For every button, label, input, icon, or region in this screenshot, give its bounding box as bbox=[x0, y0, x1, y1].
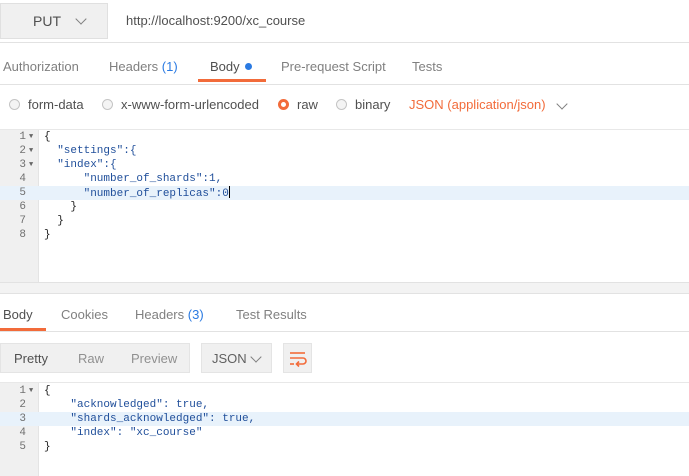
active-tab-underline bbox=[0, 328, 46, 331]
line-number: 5 bbox=[19, 441, 26, 453]
content-type-label: JSON (application/json) bbox=[409, 97, 546, 112]
code-line: 3 ▼ "index":{ bbox=[0, 158, 689, 172]
format-select[interactable]: JSON bbox=[201, 343, 272, 373]
fold-arrow-icon[interactable]: ▼ bbox=[29, 144, 33, 158]
code-text: "index": "xc_course" bbox=[44, 427, 203, 439]
line-number: 3 bbox=[19, 159, 26, 171]
code-line: 5 } bbox=[0, 440, 689, 454]
tab-tests[interactable]: Tests bbox=[412, 59, 442, 74]
chevron-down-icon bbox=[75, 13, 87, 25]
line-number: 2 bbox=[19, 145, 26, 157]
mode-label: form-data bbox=[28, 97, 84, 112]
request-body-editor[interactable]: 1 ▼ { 2 ▼ "settings":{ 3 ▼ "index":{ 4 "num… bbox=[0, 130, 689, 282]
radio-icon bbox=[336, 99, 347, 110]
line-number: 4 bbox=[19, 173, 26, 185]
code-line: 2 ▼ "settings":{ bbox=[0, 144, 689, 158]
tab-headers-label: Headers bbox=[109, 59, 159, 74]
mode-binary[interactable]: binary bbox=[336, 97, 390, 112]
tab-authorization[interactable]: Authorization bbox=[3, 59, 79, 74]
code-line-active: 5 "number_of_replicas":0 bbox=[0, 186, 689, 200]
radio-icon bbox=[102, 99, 113, 110]
mode-raw[interactable]: raw bbox=[278, 97, 318, 112]
line-number: 3 bbox=[19, 413, 26, 425]
line-number: 1 bbox=[19, 131, 26, 143]
content-type-select[interactable]: JSON (application/json) bbox=[409, 97, 568, 112]
code-line: 1 ▼ { bbox=[0, 130, 689, 144]
mode-urlencoded[interactable]: x-www-form-urlencoded bbox=[102, 97, 259, 112]
tab-test-results[interactable]: Test Results bbox=[236, 307, 307, 322]
code-text: } bbox=[44, 441, 51, 453]
chevron-down-icon bbox=[250, 351, 262, 363]
response-body-viewer[interactable]: 1 ▼ { 2 "acknowledged": true, 3 "shards_a… bbox=[0, 383, 689, 476]
text-cursor bbox=[228, 186, 230, 198]
view-pretty-button[interactable]: Pretty bbox=[14, 351, 48, 366]
code-line: 8 } bbox=[0, 228, 689, 242]
modified-dot-icon bbox=[244, 63, 252, 70]
code-text: "index":{ bbox=[44, 159, 117, 171]
line-number: 2 bbox=[19, 399, 26, 411]
tab-body-label: Body bbox=[210, 59, 240, 74]
code-line: 2 "acknowledged": true, bbox=[0, 398, 689, 412]
wrap-lines-icon bbox=[290, 352, 307, 368]
tab-headers-count: (3) bbox=[187, 307, 204, 322]
view-preview-button[interactable]: Preview bbox=[131, 351, 177, 366]
line-number: 7 bbox=[19, 215, 26, 227]
method-select[interactable]: PUT bbox=[0, 3, 108, 39]
mode-form-data[interactable]: form-data bbox=[9, 97, 84, 112]
response-toolbar: Pretty Raw Preview JSON bbox=[0, 332, 689, 383]
url-input[interactable]: http://localhost:9200/xc_course bbox=[126, 13, 305, 28]
format-label: JSON bbox=[212, 351, 247, 366]
code-line: 1 ▼ { bbox=[0, 384, 689, 398]
line-number: 8 bbox=[19, 229, 26, 241]
tab-headers-count: (1) bbox=[161, 59, 178, 74]
line-number: 6 bbox=[19, 201, 26, 213]
code-text: } bbox=[44, 229, 51, 241]
radio-icon bbox=[9, 99, 20, 110]
code-line: 6 } bbox=[0, 200, 689, 214]
tab-headers-label: Headers bbox=[135, 307, 185, 322]
code-text: { bbox=[44, 131, 51, 143]
view-raw-button[interactable]: Raw bbox=[78, 351, 104, 366]
body-mode-row: form-data x-www-form-urlencoded raw bina… bbox=[0, 85, 689, 130]
request-bar: PUT http://localhost:9200/xc_course bbox=[0, 0, 689, 43]
code-text: "number_of_shards":1, bbox=[44, 173, 223, 185]
line-number: 1 bbox=[19, 385, 26, 397]
tab-headers[interactable]: Headers (1) bbox=[109, 59, 178, 74]
chevron-down-icon bbox=[555, 97, 568, 110]
code-line: 4 "number_of_shards":1, bbox=[0, 172, 689, 186]
tab-response-headers[interactable]: Headers (3) bbox=[135, 307, 204, 322]
code-line: 7 } bbox=[0, 214, 689, 228]
response-tabs: Body Cookies Headers (3) Test Results bbox=[0, 293, 689, 332]
fold-arrow-icon[interactable]: ▼ bbox=[29, 384, 33, 398]
code-text: } bbox=[44, 215, 64, 227]
code-line: 4 "index": "xc_course" bbox=[0, 426, 689, 440]
fold-arrow-icon[interactable]: ▼ bbox=[29, 158, 33, 172]
code-text: "acknowledged": true, bbox=[44, 399, 210, 411]
tab-body[interactable]: Body bbox=[210, 59, 252, 74]
code-text-content: "number_of_replicas":0 bbox=[44, 188, 229, 200]
line-number: 5 bbox=[19, 187, 26, 199]
mode-label: x-www-form-urlencoded bbox=[121, 97, 259, 112]
line-number: 4 bbox=[19, 427, 26, 439]
code-text: "settings":{ bbox=[44, 145, 137, 157]
fold-arrow-icon[interactable]: ▼ bbox=[29, 130, 33, 144]
mode-label: binary bbox=[355, 97, 391, 112]
view-mode-segment: Pretty Raw Preview bbox=[0, 343, 190, 373]
code-text: } bbox=[44, 201, 78, 213]
mode-label: raw bbox=[297, 97, 318, 112]
code-text: "shards_acknowledged": true, bbox=[44, 413, 256, 425]
code-text: "number_of_replicas":0 bbox=[44, 186, 230, 201]
wrap-lines-button[interactable] bbox=[283, 343, 312, 373]
tab-cookies[interactable]: Cookies bbox=[61, 307, 108, 322]
tab-pre-request-script[interactable]: Pre-request Script bbox=[281, 59, 386, 74]
active-tab-underline bbox=[198, 79, 266, 82]
method-label: PUT bbox=[33, 13, 61, 29]
request-tabs: Authorization Headers (1) Body Pre-reque… bbox=[0, 44, 689, 85]
tab-response-body[interactable]: Body bbox=[3, 307, 33, 322]
radio-selected-icon bbox=[278, 99, 289, 110]
code-line-active: 3 "shards_acknowledged": true, bbox=[0, 412, 689, 426]
code-text: { bbox=[44, 385, 51, 397]
